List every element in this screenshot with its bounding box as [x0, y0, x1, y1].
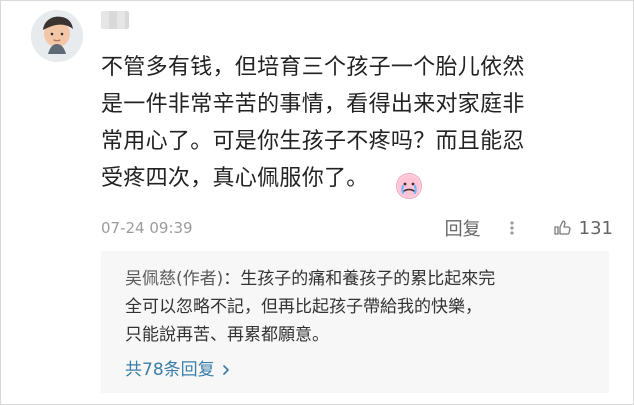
reply-button[interactable]: 回复	[445, 215, 481, 241]
reply-line-3: 只能說再苦、再累都願意。	[125, 325, 329, 345]
comment-meta: 07-24 09:39 回复 131	[101, 215, 613, 241]
like-count: 131	[578, 217, 613, 239]
username-redacted	[101, 11, 129, 29]
avatar[interactable]	[31, 10, 83, 62]
reply-text-line-1: ：生孩子的痛和養孩子的累比起來完	[223, 269, 496, 289]
crying-emoji-icon	[396, 173, 422, 199]
author-reply-box: 吴佩慈(作者)：生孩子的痛和養孩子的累比起來完 全可以忽略不記，但再比起孩子帶給…	[101, 251, 609, 393]
comment-card: 不管多有钱，但培育三个孩子一个胎儿依然 是一件非常辛苦的事情，看得出来对家庭非 …	[0, 0, 634, 405]
comment-timestamp: 07-24 09:39	[101, 219, 193, 237]
chevron-right-icon	[222, 365, 229, 375]
more-dots-icon[interactable]	[503, 219, 521, 237]
reply-line-2: 全可以忽略不記，但再比起孩子帶給我的快樂，	[125, 297, 482, 317]
reply-author[interactable]: 吴佩慈(作者)	[125, 269, 223, 289]
reply-line-1: 吴佩慈(作者)：生孩子的痛和養孩子的累比起來完	[125, 265, 589, 293]
thumb-up-icon	[553, 220, 571, 235]
view-replies-link[interactable]: 共78条回复	[125, 358, 232, 382]
reply-count-text: 共78条回复	[125, 360, 215, 380]
like-button[interactable]: 131	[553, 218, 613, 239]
child-avatar-icon	[31, 10, 83, 62]
comment-text: 不管多有钱，但培育三个孩子一个胎儿依然 是一件非常辛苦的事情，看得出来对家庭非 …	[101, 55, 525, 191]
